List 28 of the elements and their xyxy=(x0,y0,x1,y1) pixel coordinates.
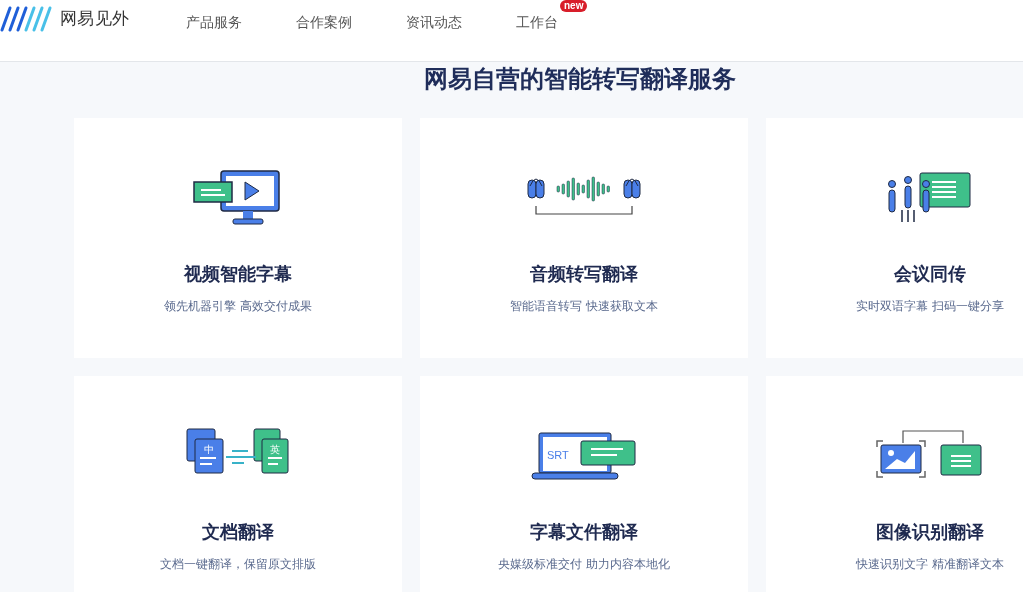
monitor-play-icon xyxy=(193,170,283,226)
card-title: 会议同传 xyxy=(894,263,966,286)
card-title: 文档翻译 xyxy=(202,521,274,544)
card-subtitle: 领先机器引擎 高效交付成果 xyxy=(164,298,312,314)
card-title: 字幕文件翻译 xyxy=(530,521,638,544)
card-subtitle: 文档一键翻译，保留原文排版 xyxy=(160,556,316,572)
nav-link[interactable]: 产品服务 xyxy=(186,14,242,30)
brand-name: 网易见外 xyxy=(60,8,130,31)
card-title: 音频转写翻译 xyxy=(530,263,638,286)
service-card[interactable]: 图像识别翻译 快速识别文字 精准翻译文本 xyxy=(766,376,1023,592)
nav-link[interactable]: 资讯动态 xyxy=(406,14,462,30)
service-card[interactable]: 视频智能字幕 领先机器引擎 高效交付成果 xyxy=(74,118,402,358)
section-title: 网易自营的智能转写翻译服务 xyxy=(423,64,737,94)
card-subtitle: 实时双语字幕 扫码一键分享 xyxy=(856,298,1004,314)
meeting-presentation-icon xyxy=(888,172,972,224)
nav-link[interactable]: 合作案例 xyxy=(296,14,352,30)
card-subtitle: 快速识别文字 精准翻译文本 xyxy=(856,556,1004,572)
card-subtitle: 智能语音转写 快速获取文本 xyxy=(510,298,658,314)
logo-icon xyxy=(0,6,52,32)
card-title: 图像识别翻译 xyxy=(876,521,984,544)
new-badge: new xyxy=(560,0,588,12)
card-title: 视频智能字幕 xyxy=(184,263,292,286)
service-card[interactable]: SRT 字幕文件翻译 央媒级标准交付 助力内容本地化 xyxy=(420,376,748,592)
service-card[interactable]: 中 英 文档翻译 文档一键翻译，保留原文排版 xyxy=(74,376,402,592)
nav-link[interactable]: 工作台 xyxy=(516,14,558,30)
service-card[interactable]: 音频转写翻译 智能语音转写 快速获取文本 xyxy=(420,118,748,358)
service-card[interactable]: 会议同传 实时双语字幕 扫码一键分享 xyxy=(766,118,1023,358)
card-subtitle: 央媒级标准交付 助力内容本地化 xyxy=(498,556,670,572)
